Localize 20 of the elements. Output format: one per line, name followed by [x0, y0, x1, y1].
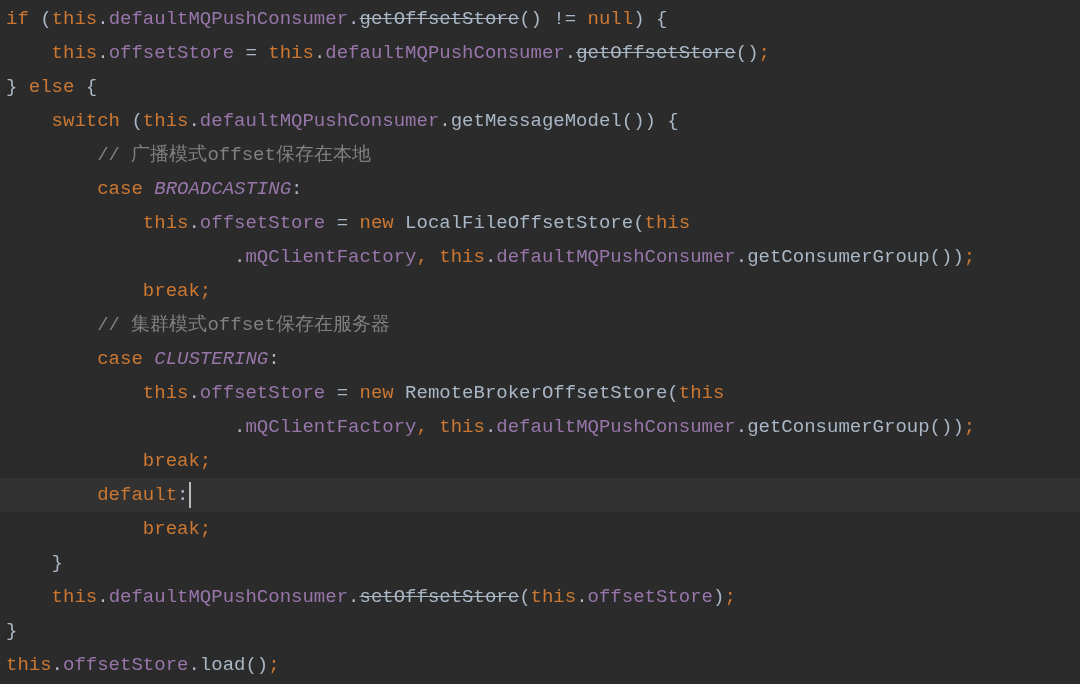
text-cursor	[189, 482, 192, 508]
code-line: if (this.defaultMQPushConsumer.getOffsetStore() != null) {	[5, 7, 669, 32]
code-line: // 广播模式offset保存在本地	[96, 143, 372, 168]
code-line: .mQClientFactory, this.defaultMQPushConsumer.getConsumerGroup());	[233, 245, 977, 270]
code-line: case BROADCASTING:	[96, 177, 304, 202]
code-line: }	[50, 551, 64, 576]
code-line: } else {	[5, 75, 99, 100]
code-line: case CLUSTERING:	[96, 347, 281, 372]
code-line: break;	[141, 279, 213, 304]
code-line: // 集群模式offset保存在服务器	[96, 313, 391, 338]
code-line: this.offsetStore.load();	[5, 653, 281, 678]
code-line: }	[5, 619, 19, 644]
code-line: break;	[141, 517, 213, 542]
code-line: this.defaultMQPushConsumer.setOffsetStore(this.offsetStore);	[50, 585, 737, 610]
code-line: switch (this.defaultMQPushConsumer.getMessageModel()) {	[50, 109, 680, 134]
code-line: this.offsetStore = new RemoteBrokerOffsetStore(this	[141, 381, 726, 406]
code-line: this.offsetStore = this.defaultMQPushConsumer.getOffsetStore();	[50, 41, 771, 66]
code-line: this.offsetStore = new LocalFileOffsetStore(this	[141, 211, 692, 236]
code-line: break;	[141, 449, 213, 474]
code-line: .mQClientFactory, this.defaultMQPushConsumer.getConsumerGroup());	[233, 415, 977, 440]
